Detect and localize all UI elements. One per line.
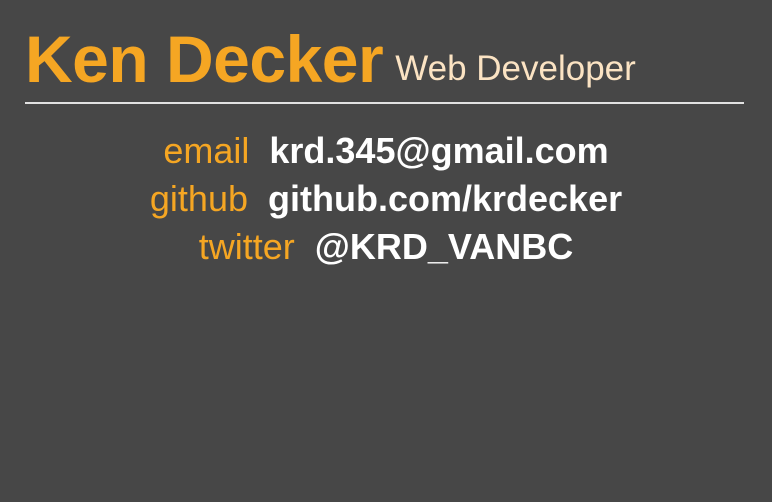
- job-title: Web Developer: [395, 49, 636, 88]
- contact-row-email: email krd.345@gmail.com: [0, 127, 772, 175]
- header: Ken Decker Web Developer: [25, 12, 745, 92]
- email-link[interactable]: krd.345@gmail.com: [269, 127, 608, 175]
- contact-row-twitter: twitter @KRD_VANBC: [0, 223, 772, 271]
- page-title: Ken Decker: [25, 22, 384, 96]
- github-link[interactable]: github.com/krdecker: [268, 175, 622, 223]
- header-divider: [25, 102, 744, 104]
- github-label: github: [149, 178, 248, 219]
- twitter-label: twitter: [198, 226, 295, 267]
- contact-list: email krd.345@gmail.com github github.co…: [0, 127, 772, 271]
- twitter-link[interactable]: @KRD_VANBC: [315, 223, 573, 271]
- contact-row-github: github github.com/krdecker: [0, 175, 772, 223]
- email-label: email: [163, 130, 250, 171]
